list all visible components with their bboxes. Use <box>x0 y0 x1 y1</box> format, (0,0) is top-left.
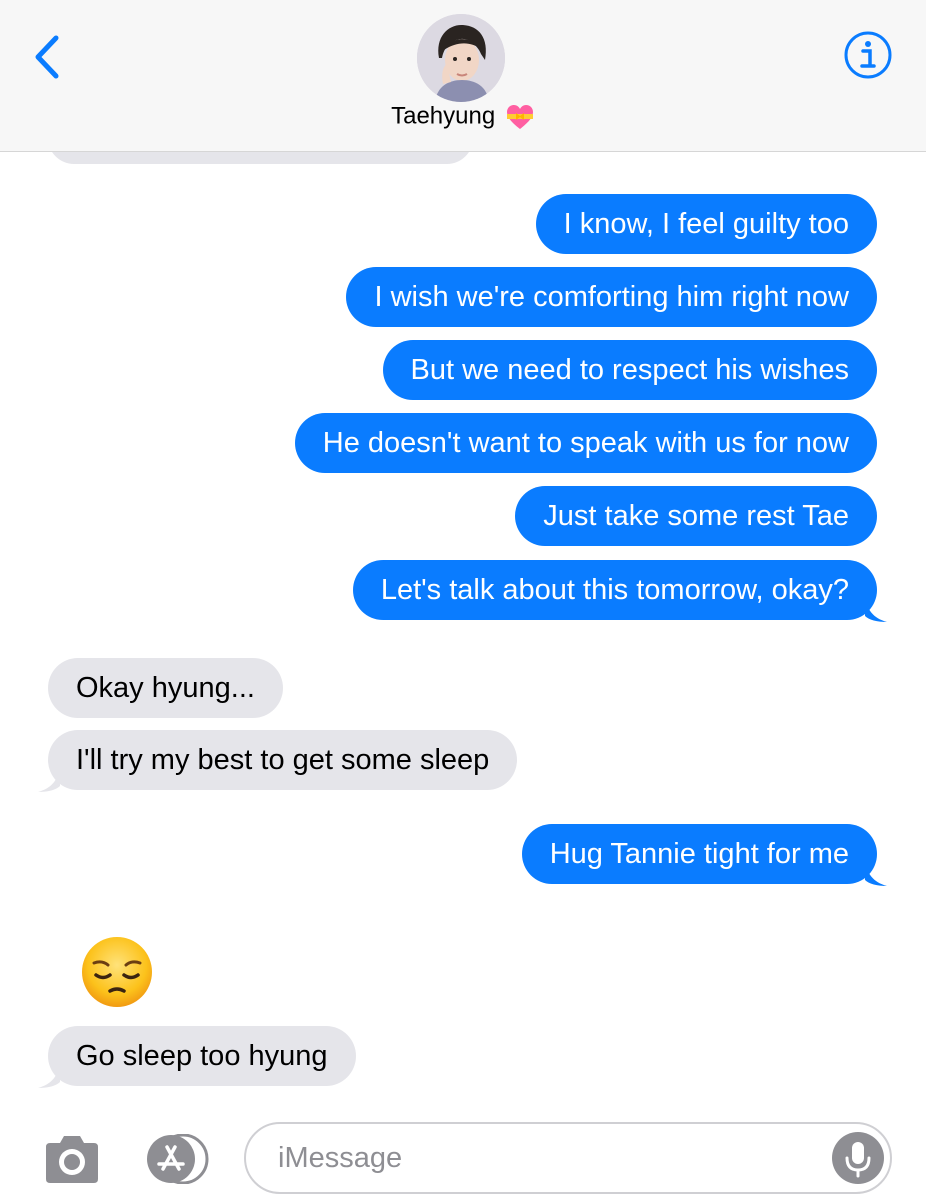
camera-icon <box>46 1136 98 1183</box>
back-button[interactable] <box>28 34 68 80</box>
message-text: Go sleep too hyung <box>76 1040 328 1072</box>
sent-message[interactable]: Hug Tannie tight for me <box>521 824 887 886</box>
message-text: Just take some rest Tae <box>543 500 849 532</box>
received-message[interactable]: I'll try my best to get some sleep <box>38 730 518 792</box>
sent-message[interactable]: He doesn't want to speak with us for now <box>294 413 877 473</box>
bubble-tail <box>38 1062 60 1088</box>
received-message[interactable]: Okay hyung... <box>48 658 283 718</box>
message-text: I'll try my best to get some sleep <box>76 744 490 776</box>
message-input-field[interactable] <box>244 1122 892 1194</box>
message-text: I know, I feel guilty too <box>563 208 849 240</box>
camera-button[interactable] <box>42 1133 102 1185</box>
contact-name-text: Taehyung <box>391 102 496 130</box>
bubble-tail <box>865 596 887 622</box>
sent-message[interactable]: I wish we're comforting him right now <box>346 267 877 327</box>
sent-message[interactable]: Let's talk about this tomorrow, okay? <box>352 560 887 622</box>
contact-avatar[interactable] <box>417 14 505 102</box>
message-text: He doesn't want to speak with us for now <box>322 427 849 459</box>
app-store-button[interactable] <box>141 1133 213 1185</box>
message-text: But we need to respect his wishes <box>410 354 849 386</box>
microphone-icon <box>845 1142 871 1178</box>
pensive-face-icon <box>82 937 152 1007</box>
bubble-tail <box>38 766 60 792</box>
message-text: Let's talk about this tomorrow, okay? <box>380 574 849 606</box>
microphone-button[interactable] <box>832 1132 884 1184</box>
message-input[interactable] <box>278 1138 818 1178</box>
contact-name[interactable]: Taehyung <box>0 100 926 132</box>
app-store-icon <box>147 1133 209 1185</box>
sent-message[interactable]: I know, I feel guilty too <box>535 194 877 254</box>
sent-message[interactable]: But we need to respect his wishes <box>382 340 877 400</box>
chevron-left-icon <box>35 35 59 79</box>
message-text: Hug Tannie tight for me <box>549 838 849 870</box>
info-button[interactable] <box>843 30 893 80</box>
conversation-header: Taehyung <box>0 0 926 152</box>
info-icon <box>844 31 892 79</box>
bubble-tail <box>865 860 887 886</box>
heart-with-ribbon-icon <box>506 104 533 129</box>
emoji-message[interactable] <box>80 935 154 1009</box>
sent-message[interactable]: Just take some rest Tae <box>515 486 877 546</box>
message-text: Okay hyung... <box>76 672 255 704</box>
avatar-photo <box>417 14 505 102</box>
received-message[interactable]: Go sleep too hyung <box>38 1026 356 1088</box>
message-text: I wish we're comforting him right now <box>374 281 849 313</box>
